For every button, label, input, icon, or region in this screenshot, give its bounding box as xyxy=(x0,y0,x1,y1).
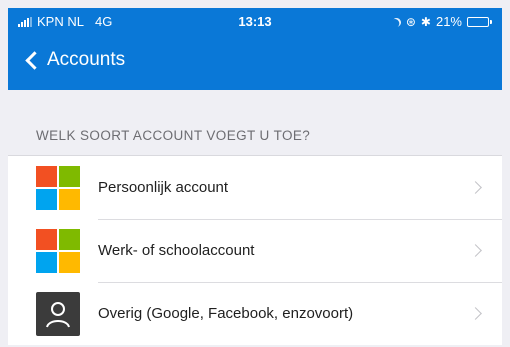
status-bar: KPN NL 4G 13:13 ⊛ ✱ 21% xyxy=(8,8,502,36)
chevron-right-icon xyxy=(469,181,482,194)
account-option-other[interactable]: Overig (Google, Facebook, enzovoort) xyxy=(8,282,502,345)
account-option-label: Persoonlijk account xyxy=(98,179,229,196)
account-type-list: Persoonlijk account Werk- of schoolaccou… xyxy=(8,155,502,345)
account-option-work-school[interactable]: Werk- of schoolaccount xyxy=(8,219,502,282)
section-header: WELK SOORT ACCOUNT VOEGT U TOE? xyxy=(8,90,502,155)
battery-icon xyxy=(467,17,492,27)
chevron-right-icon xyxy=(469,307,482,320)
bluetooth-icon: ✱ xyxy=(420,15,431,29)
account-option-personal[interactable]: Persoonlijk account xyxy=(8,156,502,219)
section-title: WELK SOORT ACCOUNT VOEGT U TOE? xyxy=(36,128,311,143)
chevron-left-icon xyxy=(25,50,44,70)
back-label: Accounts xyxy=(47,49,126,70)
back-button[interactable]: Accounts xyxy=(24,45,125,75)
person-icon xyxy=(36,292,80,336)
microsoft-logo-icon xyxy=(36,166,80,210)
navigation-bar: Accounts xyxy=(8,36,502,90)
microsoft-logo-icon xyxy=(36,229,80,273)
battery-percent: 21% xyxy=(435,14,462,29)
moon-icon xyxy=(390,16,402,28)
rotation-lock-icon: ⊛ xyxy=(405,15,416,29)
account-option-label: Werk- of schoolaccount xyxy=(98,242,255,259)
app-screen: KPN NL 4G 13:13 ⊛ ✱ 21% Accounts WELK SO… xyxy=(0,0,510,347)
chevron-right-icon xyxy=(469,244,482,257)
account-option-label: Overig (Google, Facebook, enzovoort) xyxy=(98,305,354,322)
top-bar: KPN NL 4G 13:13 ⊛ ✱ 21% Accounts xyxy=(8,8,502,90)
status-right: ⊛ ✱ 21% xyxy=(392,8,492,36)
